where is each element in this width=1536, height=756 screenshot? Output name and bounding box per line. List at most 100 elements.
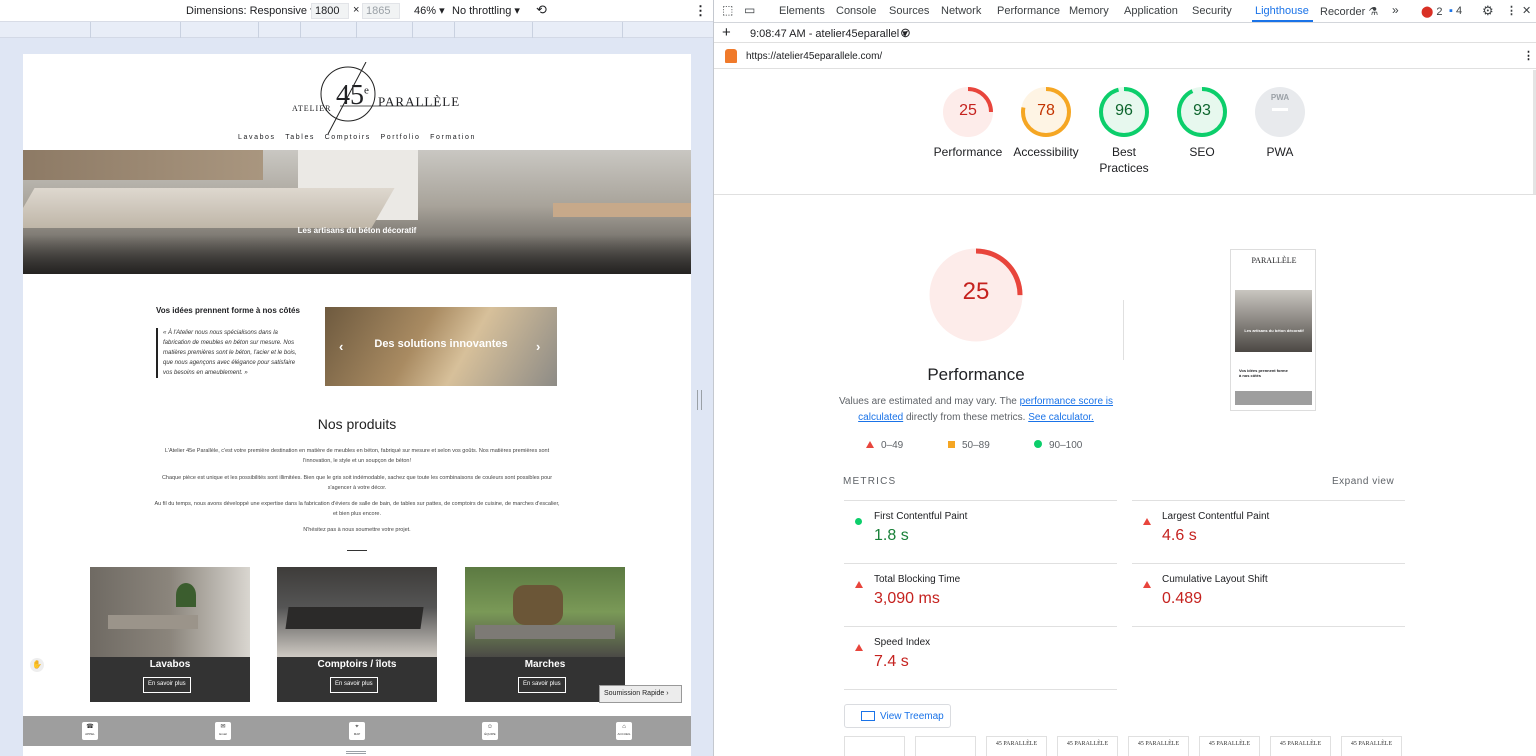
dimensions-dropdown[interactable]: Dimensions: Responsive ▾ [186,4,316,17]
slider-caption: Des solutions innovantes [374,338,508,350]
accessibility-icon[interactable]: ✋ [30,658,44,672]
learn-more-button[interactable]: En savoir plus [518,677,566,693]
fail-triangle-icon [866,441,874,448]
team-button[interactable]: ☺ ÉQUIPE [482,722,498,740]
score-gauge-performance[interactable]: 25 Performance [934,85,1002,159]
learn-more-button[interactable]: En savoir plus [330,677,378,693]
image-slider[interactable]: ‹ Des solutions innovantes › [325,307,557,386]
throttling-dropdown[interactable]: No throttling ▾ [452,4,520,17]
metric-value: 3,090 ms [874,590,940,607]
big-score-value: 25 [962,278,990,305]
inspect-icon[interactable]: ⬚ [722,3,733,17]
nav-link-tables[interactable]: Tables [285,134,315,141]
home-button[interactable]: ⌂ ACCUEIL [616,722,632,740]
metric-value: 4.6 s [1162,527,1197,544]
height-input[interactable]: 1865 [362,3,400,19]
errors-badge[interactable]: ⬤ 2 [1421,5,1443,18]
page-screenshot-thumbnail[interactable]: PARALLÈLE Les artisans du béton décorati… [1230,249,1316,411]
email-button[interactable]: ✉ Email [215,722,231,740]
device-toggle-icon[interactable]: ▭ [744,3,755,17]
average-square-icon [948,441,955,448]
metric-name: Largest Contentful Paint [1162,511,1270,522]
more-options-icon[interactable]: ⋮ [1506,4,1517,17]
metric-name: First Contentful Paint [874,511,968,522]
messages-badge[interactable]: ▪ 4 [1449,5,1462,17]
intro-quote: « À l'Atelier nous nous spécialisons dan… [156,328,306,378]
tab-sources[interactable]: Sources [889,5,929,17]
card-title: Marches [524,659,566,670]
slider-next-icon[interactable]: › [536,339,540,354]
score-gauge-pwa[interactable]: PWA PWA [1253,85,1307,159]
add-report-icon[interactable]: + [722,24,731,41]
gauge-score: PWA [1253,93,1307,111]
error-icon: ⬤ [1421,6,1434,18]
gauge-score: 25 [959,102,977,119]
score-gauge-seo[interactable]: 93 SEO [1175,85,1229,159]
clear-icon[interactable]: ⊘ [900,25,911,41]
close-icon[interactable]: ✕ [1522,4,1531,17]
times-sign: × [353,4,360,16]
rotate-icon[interactable]: ⟲ [536,2,547,18]
fail-triangle-icon [855,575,870,593]
card-title: Lavabos [149,659,191,670]
width-input[interactable]: 1800 [311,3,349,19]
media-query-ruler[interactable] [0,22,713,38]
selected-tab-indicator [1252,20,1313,22]
calculator-link[interactable]: See calculator. [1028,412,1094,423]
device-toolbar: Dimensions: Responsive ▾ 1800 × 1865 46%… [0,0,713,22]
resize-handle-vertical[interactable] [697,390,702,410]
nav-link-portfolio[interactable]: Portfolio [380,134,420,141]
metric-name: Cumulative Layout Shift [1162,574,1268,585]
hero-caption: Les artisans du béton décoratif [297,226,417,235]
resize-handle-horizontal[interactable] [346,751,366,754]
products-title: Nos produits [317,416,397,432]
score-gauge-accessibility[interactable]: 78 Accessibility [1013,85,1079,159]
settings-gear-icon[interactable]: ⚙ [1482,3,1494,19]
call-button[interactable]: ☎ APPEL [82,722,98,740]
map-button[interactable]: ⌖ MAP [349,722,365,740]
metrics-header: METRICS [843,476,897,487]
products-paragraph: N'hésitez pas à nous soumettre votre pro… [303,527,411,533]
filmstrip-frame: 45 PARALLÈLE [986,736,1047,756]
tab-recorder[interactable]: Recorder ⚗ [1320,5,1378,18]
metric-name: Speed Index [874,637,931,648]
more-tabs-icon[interactable]: » [1392,3,1399,17]
report-url[interactable]: https://atelier45eparallele.com/ [746,51,882,62]
tab-console[interactable]: Console [836,5,876,17]
tab-performance[interactable]: Performance [997,5,1060,17]
pass-circle-icon [1034,440,1042,448]
view-treemap-button[interactable]: View Treemap [844,704,951,728]
metric-value: 1.8 s [874,527,909,544]
gauge-score: 78 [1037,102,1055,119]
quick-quote-button[interactable]: Soumission Rapide › [599,685,682,703]
mobile-bottom-bar: ☎ APPEL ✉ Email ⌖ MAP ☺ ÉQUIPE ⌂ ACCUEIL [23,716,691,746]
zoom-dropdown[interactable]: 46% ▾ [414,4,445,17]
expand-view-link[interactable]: Expand view [1332,476,1394,487]
tab-security[interactable]: Security [1192,5,1232,17]
devtools-panel: ⬚ ▭ Elements Console Sources Network Per… [714,0,1536,756]
pwa-badge-icon: PWA [1270,93,1290,102]
message-icon: ▪ [1449,5,1453,17]
nav-link-comptoirs[interactable]: Comptoirs [325,134,371,141]
report-selector[interactable]: 9:08:47 AM - atelier45eparallel ▾ [750,27,908,40]
score-note: Values are estimated and may vary. The p… [838,396,1114,423]
home-icon: ⌂ [622,724,626,730]
report-menu-icon[interactable]: ⋮ [1523,49,1534,62]
tab-network[interactable]: Network [941,5,981,17]
tab-elements[interactable]: Elements [779,5,825,17]
metric-name: Total Blocking Time [874,574,961,585]
learn-more-button[interactable]: En savoir plus [143,677,191,693]
score-gauge-best-practices[interactable]: 96 Best Practices [1097,85,1151,175]
tab-application[interactable]: Application [1124,5,1178,17]
product-card-comptoirs[interactable]: Comptoirs / îlots En savoir plus [277,567,437,702]
nav-link-formation[interactable]: Formation [430,134,476,141]
fail-triangle-icon [855,638,870,656]
tab-memory[interactable]: Memory [1069,5,1109,17]
product-card-marches[interactable]: Marches En savoir plus [465,567,625,702]
product-card-lavabos[interactable]: Lavabos En savoir plus [90,567,250,702]
site-logo[interactable]: ATELIER 45e PARALLÈLE [288,62,459,135]
nav-link-lavabos[interactable]: Lavabos [238,134,276,141]
team-icon: ☺ [486,724,494,730]
tab-lighthouse[interactable]: Lighthouse [1255,5,1309,17]
more-options-icon[interactable]: ⋮ [694,3,707,19]
